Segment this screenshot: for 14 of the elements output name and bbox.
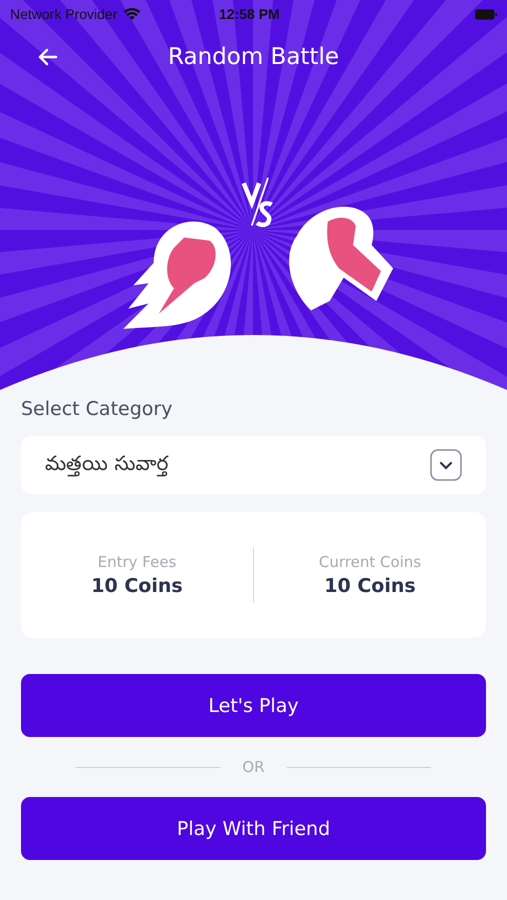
play-with-friend-button[interactable]: Play With Friend [21, 797, 486, 860]
stat-value: 10 Coins [91, 575, 183, 597]
clock-time: 12:58 PM [219, 6, 280, 22]
stat-value: 10 Coins [324, 575, 416, 597]
wifi-icon [123, 7, 142, 21]
or-divider-text: OR [242, 758, 265, 776]
carrier-name: Network Provider [10, 6, 118, 22]
chevron-down-icon [430, 449, 462, 481]
section-label: Select Category [21, 398, 174, 422]
stat-label: Entry Fees [98, 553, 176, 571]
page-title: Random Battle [168, 44, 339, 70]
lets-play-button[interactable]: Let's Play [21, 674, 486, 737]
category-dropdown[interactable]: మత్తయి సువార్త [21, 436, 486, 494]
stat-label: Current Coins [318, 553, 422, 571]
